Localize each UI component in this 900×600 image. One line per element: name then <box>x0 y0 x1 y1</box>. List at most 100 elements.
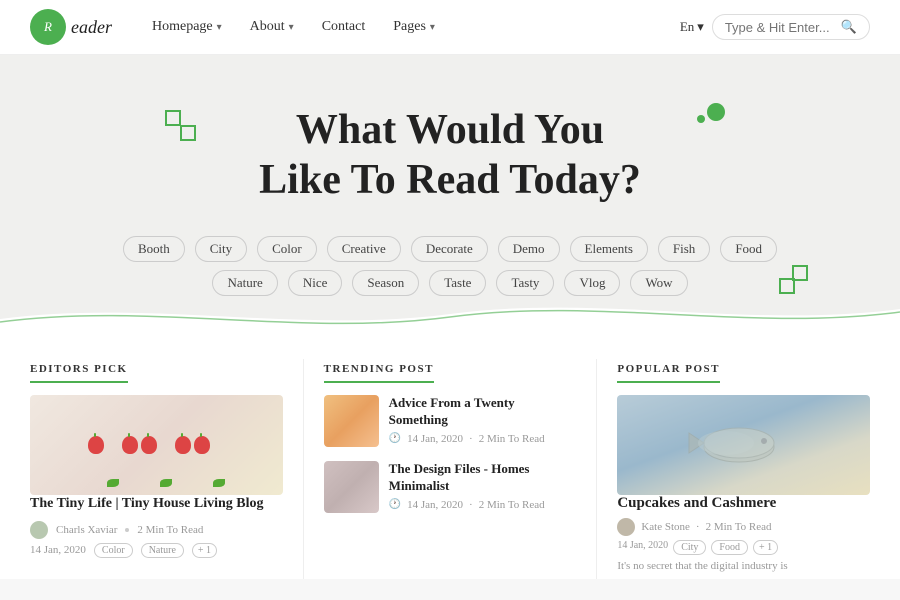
main-nav: Homepage ▾ About ▾ Contact Pages ▾ <box>152 19 680 35</box>
tag-vlog[interactable]: Vlog <box>564 270 620 296</box>
nav-contact[interactable]: Contact <box>322 19 366 35</box>
tag-food[interactable]: Food <box>711 540 748 555</box>
trending-info-2: The Design Files - Homes Minimalist 🕐 14… <box>389 461 577 511</box>
popular-post-title: POPULAR POST <box>617 363 720 383</box>
popular-post-image <box>617 395 870 495</box>
logo[interactable]: R eader <box>30 9 112 45</box>
apple-icon <box>175 436 191 454</box>
nav-homepage[interactable]: Homepage ▾ <box>152 19 222 35</box>
tag-elements[interactable]: Elements <box>570 236 648 262</box>
tag-fish[interactable]: Fish <box>658 236 710 262</box>
trending-article-title-1[interactable]: Advice From a Twenty Something <box>389 395 577 429</box>
editors-pick-tags: 14 Jan, 2020 Color Nature + 1 <box>30 543 283 558</box>
tag-food[interactable]: Food <box>720 236 777 262</box>
tag-color[interactable]: Color <box>257 236 317 262</box>
search-icon: 🔍 <box>841 19 857 35</box>
deco-dot-sm <box>697 115 705 123</box>
popular-post-desc: It's no secret that the digital industry… <box>617 559 870 574</box>
tag-decorate[interactable]: Decorate <box>411 236 488 262</box>
nav-about[interactable]: About ▾ <box>250 19 294 35</box>
tag-city[interactable]: City <box>673 540 706 555</box>
clock-icon: 🕐 <box>389 433 401 444</box>
clock-icon: 🕐 <box>389 499 401 510</box>
deco-square <box>165 110 181 126</box>
author-avatar <box>30 521 48 539</box>
trending-date-1: 14 Jan, 2020 <box>407 433 463 445</box>
chevron-down-icon: ▾ <box>289 22 294 33</box>
tag-nice[interactable]: Nice <box>288 270 343 296</box>
article-date: 14 Jan, 2020 <box>30 544 86 556</box>
tag-booth[interactable]: Booth <box>123 236 185 262</box>
tag-nature[interactable]: Nature <box>212 270 277 296</box>
trending-item: The Design Files - Homes Minimalist 🕐 14… <box>324 461 577 513</box>
read-time: 2 Min To Read <box>137 524 203 536</box>
tag-city[interactable]: City <box>195 236 247 262</box>
extra-tags[interactable]: + 1 <box>192 543 217 558</box>
trending-article-title-2[interactable]: The Design Files - Homes Minimalist <box>389 461 577 495</box>
deco-square <box>792 265 808 281</box>
logo-icon: R <box>30 9 66 45</box>
chevron-down-icon: ▾ <box>430 22 435 33</box>
dot-sep: · <box>469 499 473 511</box>
editors-pick-title: EDITORS PICK <box>30 363 128 383</box>
tag-color[interactable]: Color <box>94 543 133 558</box>
header-right: En ▾ 🔍 <box>680 14 870 40</box>
popular-post-tags: 14 Jan, 2020 City Food + 1 <box>617 540 870 555</box>
trending-meta-1: 🕐 14 Jan, 2020 · 2 Min To Read <box>389 433 577 445</box>
leaf-icon <box>107 479 119 487</box>
header: R eader Homepage ▾ About ▾ Contact Pages… <box>0 0 900 55</box>
popular-author-name: Kate Stone <box>641 521 690 533</box>
deco-square <box>180 125 196 141</box>
apple-icon <box>88 436 104 454</box>
tag-season[interactable]: Season <box>352 270 419 296</box>
editors-pick-article-title[interactable]: The Tiny Life | Tiny House Living Blog <box>30 495 283 513</box>
tag-list: Booth City Color Creative Decorate Demo … <box>20 236 880 262</box>
language-selector[interactable]: En ▾ <box>680 19 704 35</box>
trending-post-section: TRENDING POST Advice From a Twenty Somet… <box>324 359 598 579</box>
search-box[interactable]: 🔍 <box>712 14 870 40</box>
tag-wow[interactable]: Wow <box>630 270 687 296</box>
wave-decoration <box>0 294 900 334</box>
trending-date-2: 14 Jan, 2020 <box>407 499 463 511</box>
popular-date: 14 Jan, 2020 <box>617 540 668 555</box>
editors-pick-meta: Charls Xaviar 2 Min To Read <box>30 521 283 539</box>
apple-icon <box>122 436 138 454</box>
editors-pick-image <box>30 395 283 495</box>
leaf-icon <box>213 479 225 487</box>
hero-title: What Would You Like To Read Today? <box>20 105 880 206</box>
search-input[interactable] <box>725 20 835 35</box>
leaf-icon <box>160 479 172 487</box>
tag-tasty[interactable]: Tasty <box>496 270 554 296</box>
dot-sep: · <box>469 433 473 445</box>
tag-taste[interactable]: Taste <box>429 270 486 296</box>
extra-tags[interactable]: + 1 <box>753 540 778 555</box>
tag-demo[interactable]: Demo <box>498 236 560 262</box>
dot-sep: · <box>696 521 700 533</box>
dot-separator <box>125 528 129 532</box>
trending-item: Advice From a Twenty Something 🕐 14 Jan,… <box>324 395 577 447</box>
hero-section: What Would You Like To Read Today? Booth… <box>0 55 900 334</box>
popular-post-author-meta: Kate Stone · 2 Min To Read <box>617 518 870 536</box>
trending-readtime-2: 2 Min To Read <box>479 499 545 511</box>
tag-nature[interactable]: Nature <box>141 543 184 558</box>
chevron-down-icon: ▾ <box>217 22 222 33</box>
popular-read-time: 2 Min To Read <box>706 521 772 533</box>
popular-post-section: POPULAR POST Cupcakes and Cashmere Kate … <box>617 359 870 579</box>
logo-text: eader <box>71 17 112 38</box>
trending-image-2 <box>324 461 379 513</box>
trending-info-1: Advice From a Twenty Something 🕐 14 Jan,… <box>389 395 577 445</box>
tag-creative[interactable]: Creative <box>327 236 401 262</box>
author-name: Charls Xaviar <box>56 524 117 536</box>
editors-pick-section: EDITORS PICK The Tiny Life | Tiny House … <box>30 359 304 579</box>
nav-pages[interactable]: Pages ▾ <box>393 19 435 35</box>
deco-dot <box>707 103 725 121</box>
popular-author-avatar <box>617 518 635 536</box>
trending-readtime-1: 2 Min To Read <box>479 433 545 445</box>
chevron-down-icon: ▾ <box>697 19 704 35</box>
tag-list-2: Nature Nice Season Taste Tasty Vlog Wow <box>20 270 880 296</box>
apple-icon <box>141 436 157 454</box>
trending-meta-2: 🕐 14 Jan, 2020 · 2 Min To Read <box>389 499 577 511</box>
popular-post-article-title[interactable]: Cupcakes and Cashmere <box>617 495 870 512</box>
trending-image-1 <box>324 395 379 447</box>
trending-post-title: TRENDING POST <box>324 363 434 383</box>
